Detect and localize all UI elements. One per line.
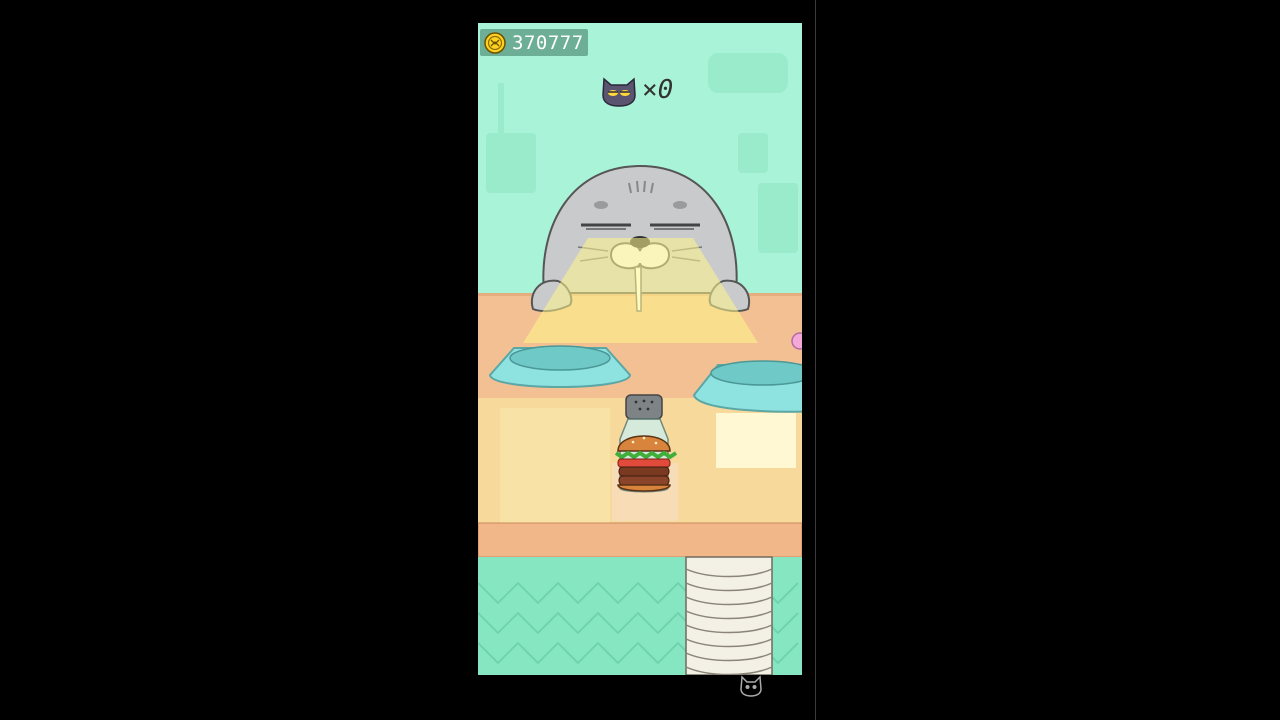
cat-count: ×0 <box>642 75 674 105</box>
scratching-post <box>685 556 773 675</box>
pink-treat[interactable] <box>791 332 802 350</box>
cat-face-icon <box>602 77 636 107</box>
cat-head-icon[interactable] <box>738 673 764 697</box>
coin-value: 370777 <box>512 31 584 54</box>
coin-counter: 370777 <box>480 29 588 56</box>
counter-edge <box>478 522 802 558</box>
left-food-bowl[interactable] <box>488 345 632 388</box>
game-scene <box>478 53 802 675</box>
window-divider <box>815 0 816 720</box>
cat-counter: ×0 <box>600 73 673 107</box>
coin-icon <box>484 31 506 54</box>
game-viewport[interactable]: 370777 ×0 <box>478 23 802 675</box>
